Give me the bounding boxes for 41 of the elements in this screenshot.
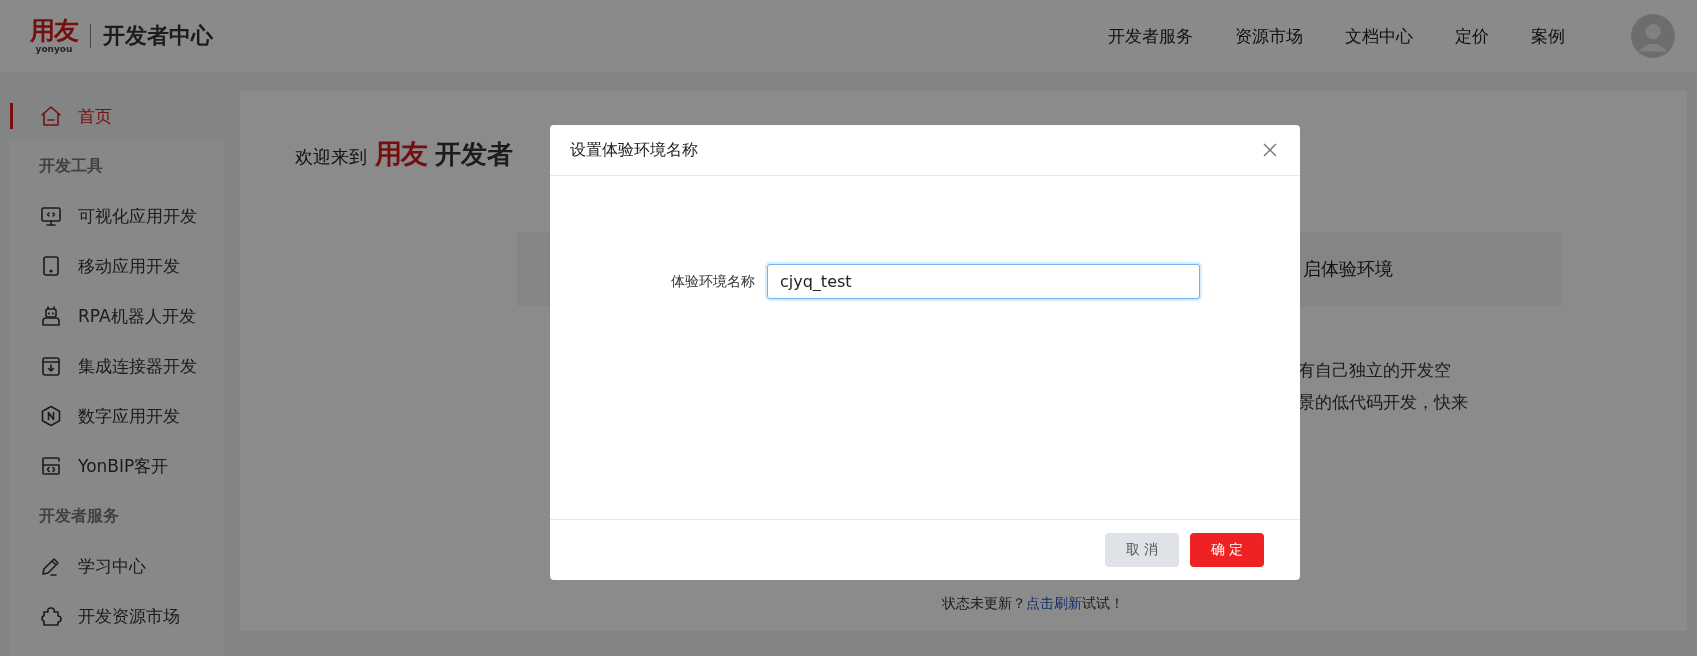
download-box-icon bbox=[39, 354, 63, 378]
brand-subtitle: yonyou bbox=[35, 44, 73, 54]
description-text: 有自己独立的开发空 bbox=[1298, 359, 1452, 382]
sidebar-item[interactable]: 开发资源市场 bbox=[10, 591, 224, 641]
sidebar-item[interactable]: YonBIP客开 bbox=[10, 441, 224, 491]
sidebar-item[interactable]: 数字应用开发 bbox=[10, 391, 224, 441]
sidebar-item[interactable]: 集成连接器开发 bbox=[10, 341, 224, 391]
panel-text: 启体验环境 bbox=[1303, 257, 1393, 281]
status-text: 状态未更新？ bbox=[942, 595, 1026, 613]
hexagon-icon bbox=[39, 404, 63, 428]
field-label: 体验环境名称 bbox=[670, 272, 755, 291]
close-icon[interactable] bbox=[1262, 142, 1278, 158]
welcome-title: 开发者 bbox=[435, 138, 513, 171]
sidebar-item[interactable]: 首页 bbox=[10, 91, 224, 141]
monitor-icon bbox=[39, 204, 63, 228]
sidebar-item[interactable]: 学习中心 bbox=[10, 541, 224, 591]
home-icon bbox=[39, 104, 63, 128]
cancel-button[interactable]: 取 消 bbox=[1105, 533, 1179, 567]
robot-icon bbox=[39, 304, 63, 328]
nav-link[interactable]: 定价 bbox=[1455, 24, 1489, 48]
welcome-text: 欢迎来到 bbox=[295, 145, 367, 169]
brand-logo: 用友 bbox=[375, 137, 427, 171]
sidebar-item[interactable]: 可视化应用开发 bbox=[10, 191, 224, 241]
sidebar-item[interactable]: 移动应用开发 bbox=[10, 241, 224, 291]
code-window-icon bbox=[39, 454, 63, 478]
nav-link[interactable]: 案例 bbox=[1531, 24, 1565, 48]
puzzle-icon bbox=[39, 604, 63, 628]
nav-link[interactable]: 文档中心 bbox=[1345, 24, 1413, 48]
brand-logo: 用友 bbox=[30, 18, 78, 44]
sidebar-item[interactable]: RPA机器人开发 bbox=[10, 291, 224, 341]
site-title: 开发者中心 bbox=[103, 22, 213, 50]
refresh-link[interactable]: 点击刷新 bbox=[1026, 595, 1082, 613]
description-text: 景的低代码开发，快来 bbox=[1298, 391, 1469, 414]
confirm-button[interactable]: 确 定 bbox=[1190, 533, 1264, 567]
name-input-field[interactable]: cjyq_test bbox=[767, 264, 1200, 299]
sidebar-section-title: 开发工具 bbox=[38, 154, 104, 177]
nav-link[interactable]: 开发者服务 bbox=[1108, 24, 1193, 48]
nav-link[interactable]: 资源市场 bbox=[1235, 24, 1303, 48]
status-text: 试试！ bbox=[1082, 595, 1124, 613]
sidebar-section-title: 开发者服务 bbox=[38, 504, 120, 527]
dialog-title: 设置体验环境名称 bbox=[570, 139, 698, 161]
